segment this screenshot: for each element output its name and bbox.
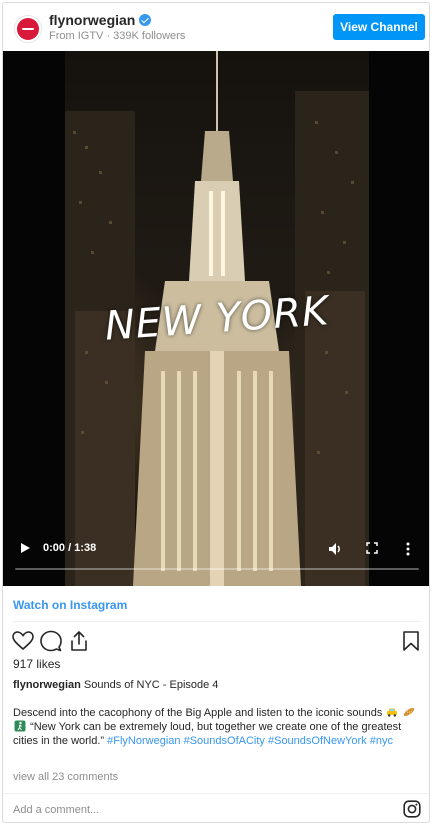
post-card: flynorwegian From IGTV · 339K followers … <box>2 2 430 823</box>
add-comment-input[interactable] <box>13 799 383 821</box>
hashtag-nyc[interactable]: #nyc <box>370 735 393 747</box>
share-icon[interactable] <box>67 629 91 653</box>
bookmark-icon[interactable] <box>399 629 423 653</box>
watch-on-instagram-link[interactable]: Watch on Instagram <box>13 598 127 612</box>
view-channel-button[interactable]: View Channel <box>333 14 425 40</box>
channel-subline: From IGTV · 339K followers <box>49 30 186 42</box>
post-description: Descend into the cacophony of the Big Ap… <box>13 706 418 748</box>
caption-text: Sounds of NYC - Episode 4 <box>83 679 219 691</box>
person-walking-emoji <box>14 720 26 732</box>
action-bar <box>11 629 423 653</box>
caption-username[interactable]: flynorwegian <box>13 679 81 691</box>
instagram-icon[interactable] <box>403 800 421 818</box>
video-player[interactable]: NEW YORK 0:00 / 1:38 <box>3 51 429 586</box>
description-text: Descend into the cacophony of the Big Ap… <box>13 707 383 719</box>
baguette-emoji <box>404 707 415 717</box>
play-icon[interactable] <box>21 543 30 553</box>
view-all-comments-link[interactable]: view all 23 comments <box>13 771 118 783</box>
divider <box>3 793 429 794</box>
video-controls: 0:00 / 1:38 <box>3 531 429 571</box>
video-frame: NEW YORK <box>65 51 369 586</box>
post-header: flynorwegian From IGTV · 339K followers … <box>3 3 429 51</box>
avatar[interactable] <box>14 15 42 43</box>
video-progress-bar[interactable] <box>15 568 419 570</box>
hashtag-soundsofnewyork[interactable]: #SoundsOfNewYork <box>268 735 367 747</box>
taxi-emoji <box>387 708 398 717</box>
airline-logo-icon <box>17 18 39 40</box>
comment-icon[interactable] <box>39 629 63 653</box>
heart-icon[interactable] <box>11 629 35 653</box>
like-count[interactable]: 917 likes <box>13 657 60 671</box>
caption-title: flynorwegian Sounds of NYC - Episode 4 <box>13 679 218 691</box>
divider <box>13 621 421 622</box>
verified-icon <box>139 14 152 26</box>
hashtag-flynorwegian[interactable]: #FlyNorwegian <box>107 735 180 747</box>
more-icon[interactable] <box>405 541 411 557</box>
hashtag-soundsofacity[interactable]: #SoundsOfACity <box>184 735 265 747</box>
volume-icon[interactable] <box>327 541 343 557</box>
video-time: 0:00 / 1:38 <box>43 542 97 554</box>
username-text[interactable]: flynorwegian <box>49 12 135 28</box>
fullscreen-icon[interactable] <box>366 542 378 554</box>
username[interactable]: flynorwegian <box>49 12 152 28</box>
